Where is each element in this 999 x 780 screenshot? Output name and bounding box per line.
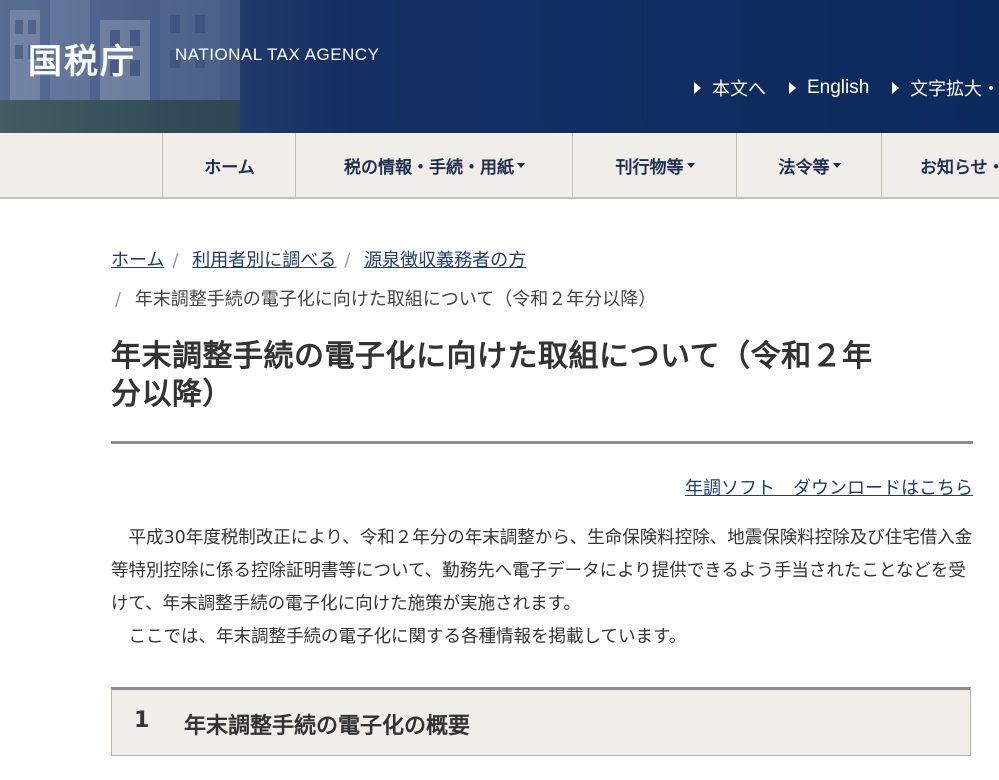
skip-to-content-link[interactable]: 本文へ bbox=[694, 76, 766, 100]
breadcrumb-separator: / bbox=[344, 250, 351, 271]
breadcrumb-withholding[interactable]: 源泉徴収義務者の方 bbox=[364, 250, 526, 271]
page-title-line1: 年末調整手続の電子化に向けた取組について（令和２年 bbox=[111, 339, 873, 374]
breadcrumb-by-user[interactable]: 利用者別に調べる bbox=[192, 250, 336, 271]
caret-down-icon bbox=[686, 162, 695, 168]
intro-paragraph: ここでは、年末調整手続の電子化に関する各種情報を掲載しています。 bbox=[128, 627, 687, 647]
english-link[interactable]: English bbox=[789, 76, 869, 100]
breadcrumb-separator: / bbox=[115, 289, 122, 310]
page-title: 年末調整手続の電子化に向けた取組について（令和２年 分以降） bbox=[111, 338, 973, 414]
breadcrumb-current-row: / 年末調整手続の電子化に向けた取組について（令和２年分以降） bbox=[111, 285, 656, 311]
site-header: 国税庁 NATIONAL TAX AGENCY 本文へ English 文字拡大… bbox=[0, 0, 999, 133]
skip-to-content-label: 本文へ bbox=[712, 79, 766, 100]
page-title-line2: 分以降） bbox=[111, 377, 233, 412]
nav-news[interactable]: お知らせ・ bbox=[881, 133, 999, 197]
breadcrumb-current: 年末調整手続の電子化に向けた取組について（令和２年分以降） bbox=[134, 289, 657, 310]
caret-down-icon bbox=[517, 162, 525, 168]
breadcrumb-home[interactable]: ホーム bbox=[111, 250, 164, 271]
text-size-link[interactable]: 文字拡大・ bbox=[892, 76, 999, 100]
nav-laws[interactable]: 法令等 bbox=[736, 133, 882, 197]
global-nav: ホーム 税の情報・手続・用紙 刊行物等 法令等 お知らせ・ bbox=[0, 133, 999, 199]
section-number: 1 bbox=[134, 708, 150, 733]
download-software-link[interactable]: 年調ソフト ダウンロードはこちら bbox=[685, 474, 973, 500]
caret-down-icon bbox=[832, 162, 841, 168]
site-logo-jp[interactable]: 国税庁 bbox=[28, 34, 136, 83]
breadcrumb-separator: / bbox=[172, 250, 179, 271]
breadcrumb: ホーム / 利用者別に調べる / 源泉徴収義務者の方 bbox=[111, 246, 526, 272]
intro-text: 平成30年度税制改正により、令和２年分の年末調整から、生命保険料控除、地震保険料… bbox=[111, 522, 981, 654]
nav-home-label: ホーム bbox=[204, 157, 255, 178]
nav-news-label: お知らせ・ bbox=[920, 157, 999, 178]
section-heading: 1 年末調整手続の電子化の概要 bbox=[111, 687, 971, 756]
nav-publications[interactable]: 刊行物等 bbox=[572, 133, 737, 197]
title-divider bbox=[111, 441, 973, 444]
site-logo-en: NATIONAL TAX AGENCY bbox=[175, 45, 380, 64]
triangle-right-icon bbox=[694, 82, 701, 94]
section-title: 年末調整手続の電子化の概要 bbox=[184, 714, 471, 739]
nav-laws-label: 法令等 bbox=[778, 157, 830, 178]
nav-tax-info-label: 税の情報・手続・用紙 bbox=[344, 157, 514, 178]
english-label: English bbox=[807, 77, 870, 98]
nav-home[interactable]: ホーム bbox=[162, 133, 296, 197]
nav-publications-label: 刊行物等 bbox=[615, 157, 684, 178]
triangle-right-icon bbox=[789, 82, 796, 94]
triangle-right-icon bbox=[892, 82, 899, 94]
nav-tax-info[interactable]: 税の情報・手続・用紙 bbox=[295, 133, 573, 197]
text-size-label: 文字拡大・ bbox=[910, 79, 999, 100]
intro-paragraph: 平成30年度税制改正により、令和２年分の年末調整から、生命保険料控除、地震保険料… bbox=[111, 528, 973, 614]
